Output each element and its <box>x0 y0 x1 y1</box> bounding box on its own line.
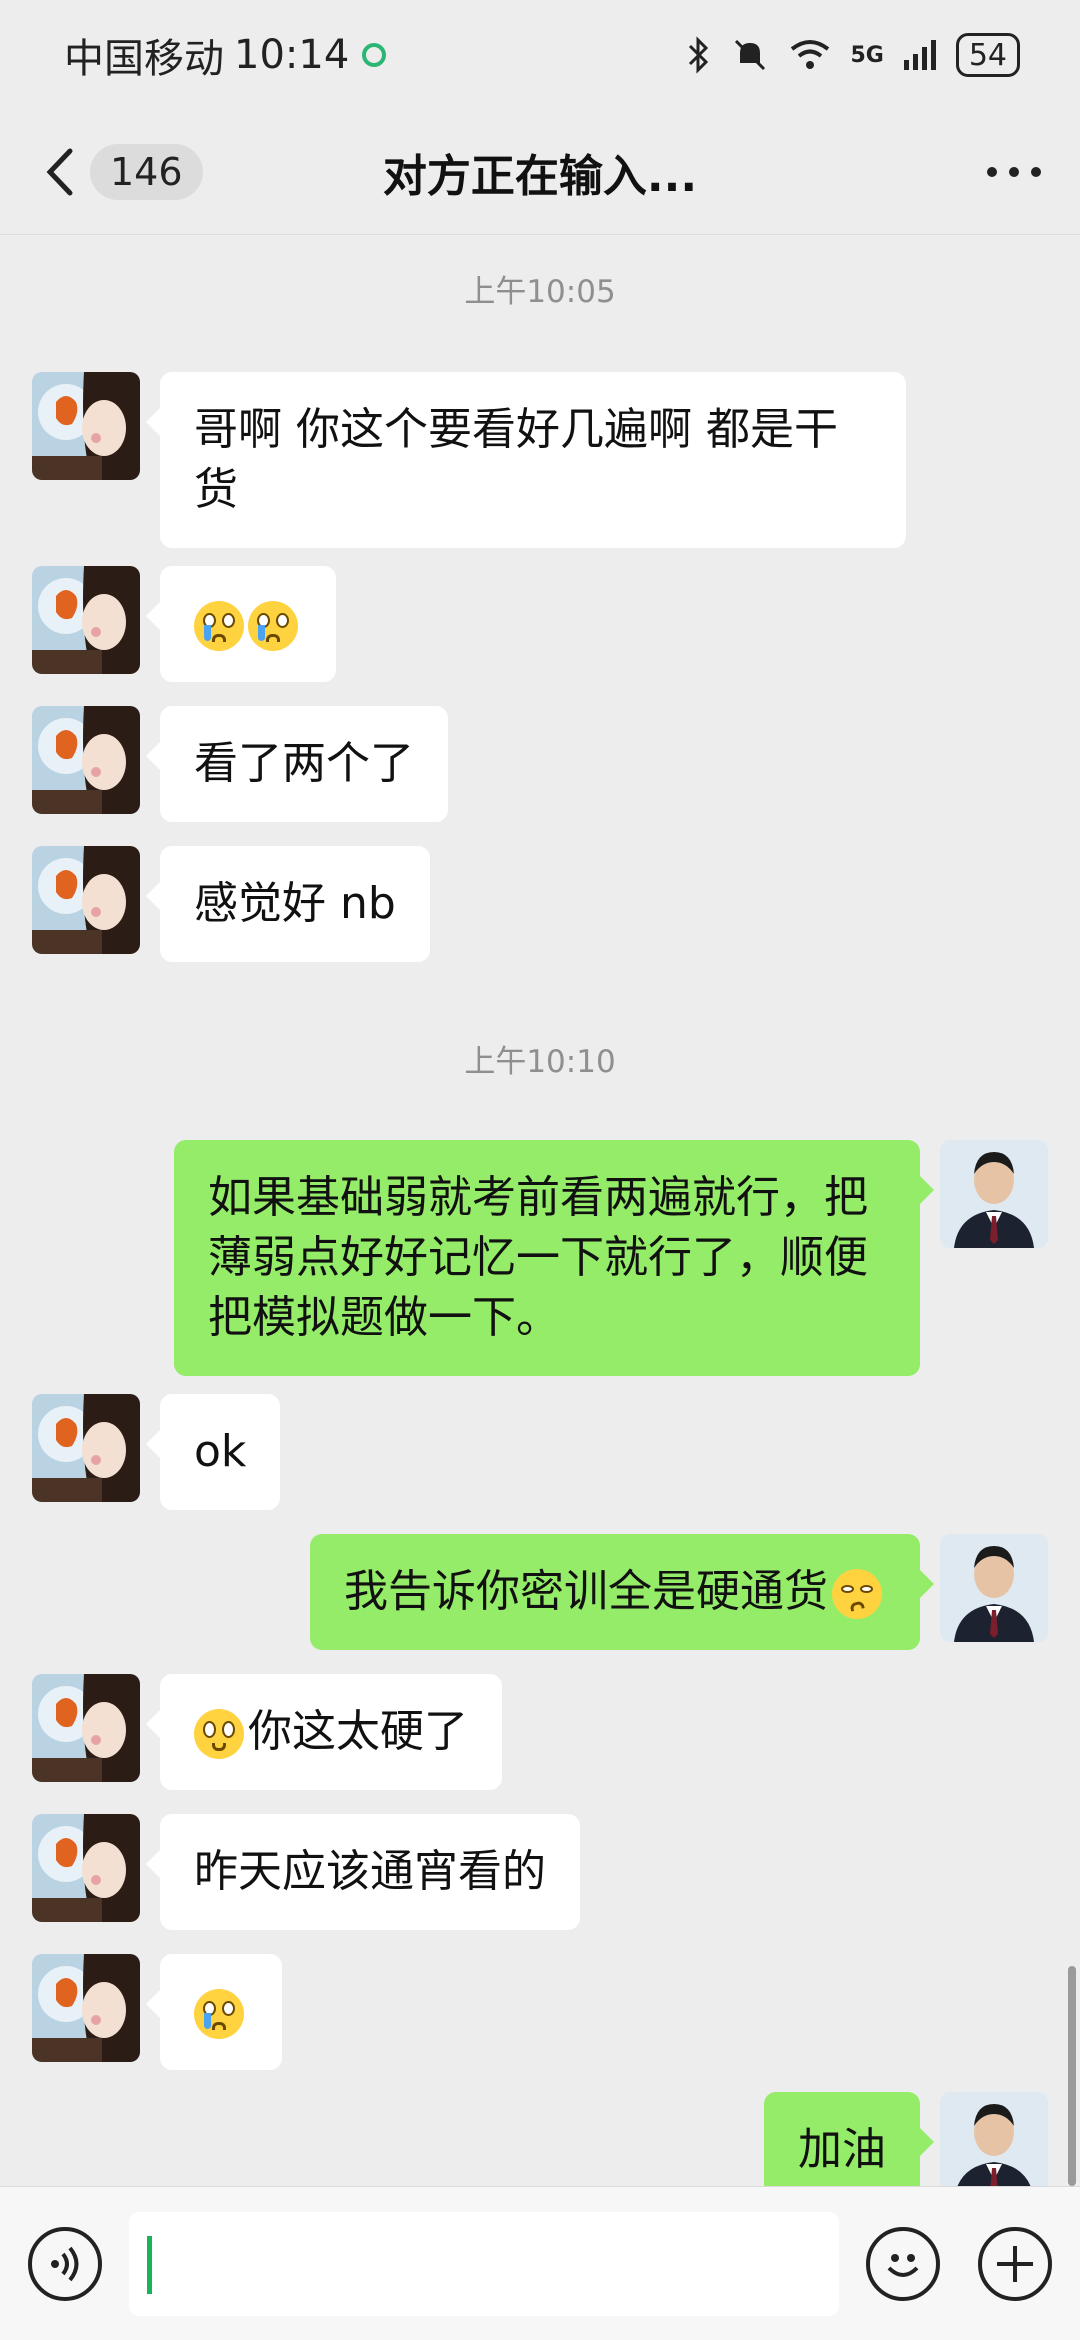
message-row <box>32 566 356 682</box>
contact-avatar[interactable] <box>32 1814 140 1922</box>
timestamp: 上午10:10 <box>464 1044 616 1080</box>
message-bubble[interactable]: 昨天应该通宵看的 <box>146 1814 580 1930</box>
message-row: 哥啊 你这个要看好几遍啊 都是干货 <box>32 372 926 548</box>
chat-scrollbar[interactable] <box>1068 1966 1076 2186</box>
message-bubble[interactable]: 看了两个了 <box>146 706 448 822</box>
more-icon[interactable] <box>984 162 1044 182</box>
message-row: 昨天应该通宵看的 <box>32 1814 600 1930</box>
voice-button[interactable] <box>28 2226 102 2301</box>
message-text: 加油 <box>798 2124 886 2175</box>
contact-avatar[interactable] <box>32 846 140 954</box>
plus-button[interactable] <box>978 2226 1052 2301</box>
pleading-face-icon <box>194 1709 244 1759</box>
self-avatar[interactable] <box>940 1140 1048 1248</box>
message-bubble[interactable]: 哥啊 你这个要看好几遍啊 都是干货 <box>146 372 906 548</box>
status-right: 5G 54 <box>686 33 1020 77</box>
chat-header: 146 对方正在输入... <box>0 110 1080 235</box>
clock: 10:14 <box>234 32 350 78</box>
emoji-icon[interactable] <box>879 2240 927 2288</box>
message-text: 昨天应该通宵看的 <box>194 1846 546 1897</box>
voice-icon[interactable] <box>45 2244 85 2284</box>
message-bubble[interactable]: 如果基础弱就考前看两遍就行，把薄弱点好好记忆一下就行了，顺便把模拟题做一下。 <box>174 1140 934 1376</box>
contact-avatar[interactable] <box>32 1674 140 1782</box>
input-bar <box>0 2186 1080 2340</box>
message-bubble[interactable]: 你这太硬了 <box>146 1674 502 1790</box>
mute-icon <box>735 39 766 71</box>
crying-face-icon <box>248 601 298 651</box>
wifi-icon <box>791 40 830 69</box>
status-bar: 中国移动 10:14 5G 54 <box>0 0 1080 110</box>
message-row: 加油 <box>744 2092 1048 2186</box>
message-text: 哥啊 你这个要看好几遍啊 都是干货 <box>194 404 838 515</box>
message-row: ok <box>32 1394 300 1510</box>
carrier-label: 中国移动 <box>64 36 224 82</box>
message-text: 我告诉你密训全是硬通货 <box>344 1566 828 1617</box>
message-bubble[interactable] <box>146 1954 282 2070</box>
sync-icon <box>362 43 387 67</box>
chat-area[interactable]: 上午10:05 哥啊 你这个要看好几遍啊 都是干货 看了两个了 感觉好 nb 上… <box>0 236 1080 2186</box>
plus-icon[interactable] <box>993 2242 1037 2286</box>
contact-avatar[interactable] <box>32 1394 140 1502</box>
network-label: 5G <box>850 42 884 68</box>
contact-avatar[interactable] <box>32 1954 140 2062</box>
unread-count-badge[interactable]: 146 <box>90 144 203 200</box>
message-text: ok <box>194 1426 247 1477</box>
battery-indicator: 54 <box>955 33 1020 77</box>
message-text: 感觉好 nb <box>194 878 396 929</box>
contact-avatar[interactable] <box>32 706 140 814</box>
back-chevron-icon[interactable] <box>42 147 78 197</box>
timestamp: 上午10:05 <box>464 274 616 310</box>
signal-icon <box>903 40 936 70</box>
input-actions <box>866 2226 1052 2301</box>
message-bubble[interactable] <box>146 566 336 682</box>
back-button[interactable]: 146 <box>42 144 203 200</box>
emoji-button[interactable] <box>866 2226 940 2301</box>
contact-avatar[interactable] <box>32 372 140 480</box>
bluetooth-icon <box>689 36 709 74</box>
message-row <box>32 1954 302 2070</box>
crying-face-icon <box>194 601 244 651</box>
status-left: 中国移动 10:14 <box>64 26 389 84</box>
message-bubble[interactable]: 我告诉你密训全是硬通货 <box>310 1534 934 1650</box>
message-text: 如果基础弱就考前看两遍就行，把薄弱点好好记忆一下就行了，顺便把模拟题做一下。 <box>208 1172 868 1343</box>
self-avatar[interactable] <box>940 1534 1048 1642</box>
message-bubble[interactable]: 加油 <box>764 2092 934 2186</box>
text-caret <box>147 2235 152 2294</box>
message-row: 你这太硬了 <box>32 1674 522 1790</box>
message-input[interactable] <box>129 2211 839 2316</box>
message-row: 感觉好 nb <box>32 846 450 962</box>
message-row: 看了两个了 <box>32 706 468 822</box>
message-bubble[interactable]: ok <box>145 1394 281 1510</box>
message-row: 我告诉你密训全是硬通货 <box>290 1534 1048 1650</box>
self-avatar[interactable] <box>940 2092 1048 2186</box>
message-text: 看了两个了 <box>194 738 414 789</box>
message-row: 如果基础弱就考前看两遍就行，把薄弱点好好记忆一下就行了，顺便把模拟题做一下。 <box>154 1140 1048 1376</box>
crying-face-icon <box>194 1989 244 2039</box>
message-text: 你这太硬了 <box>248 1706 468 1757</box>
message-bubble[interactable]: 感觉好 nb <box>146 846 430 962</box>
contact-avatar[interactable] <box>32 566 140 674</box>
thinking-face-icon <box>832 1569 882 1619</box>
